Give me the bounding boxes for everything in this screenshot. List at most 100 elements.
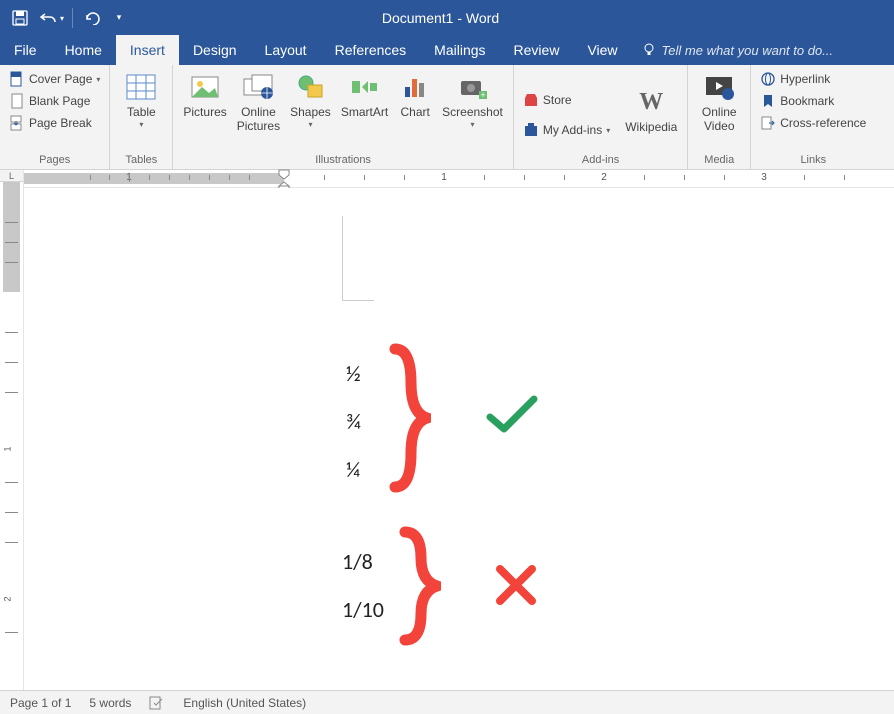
online-pictures-button[interactable]: Online Pictures: [233, 69, 284, 136]
status-bar: Page 1 of 1 5 words English (United Stat…: [0, 690, 894, 714]
store-icon: [523, 92, 539, 108]
title-bar: ▾ ▾ Document1 - Word: [0, 0, 894, 35]
online-video-icon: [703, 71, 735, 103]
table-icon: [125, 71, 157, 103]
vertical-ruler[interactable]: L 1 2: [0, 170, 24, 690]
bookmark-label: Bookmark: [780, 94, 834, 108]
page-break-button[interactable]: Page Break: [6, 113, 103, 133]
ribbon-tabs: File Home Insert Design Layout Reference…: [0, 35, 894, 65]
group-addins: Store My Add-ins ▾ W Wikipedia Add-ins: [514, 65, 688, 169]
my-addins-button[interactable]: My Add-ins ▾: [520, 120, 613, 140]
margin-indicator: [342, 216, 374, 301]
store-button[interactable]: Store: [520, 90, 613, 110]
tab-mailings[interactable]: Mailings: [420, 35, 499, 65]
online-video-label: Online Video: [702, 105, 737, 134]
workspace: L 1 2 1 1: [0, 170, 894, 690]
cross-reference-label: Cross-reference: [780, 116, 866, 130]
hruler-num: 3: [761, 172, 767, 183]
tab-view[interactable]: View: [573, 35, 631, 65]
quick-access-toolbar: ▾ ▾: [0, 4, 127, 32]
vruler-num-2: 2: [3, 596, 13, 601]
horizontal-ruler[interactable]: 1 1 2 3: [24, 170, 894, 188]
hruler-num: 1: [441, 172, 447, 183]
group-links: Hyperlink Bookmark Cross-reference Links: [751, 65, 875, 169]
tell-me-search[interactable]: Tell me what you want to do...: [632, 35, 834, 65]
bookmark-button[interactable]: Bookmark: [757, 91, 869, 111]
chart-icon: [399, 71, 431, 103]
save-button[interactable]: [6, 4, 34, 32]
online-pictures-icon: [242, 71, 274, 103]
table-button[interactable]: Table ▾: [116, 69, 166, 131]
shapes-icon: [294, 71, 326, 103]
blank-page-label: Blank Page: [29, 94, 90, 108]
save-icon: [12, 10, 28, 26]
fraction-quarter: ¼: [346, 456, 360, 483]
status-words[interactable]: 5 words: [89, 696, 131, 710]
cover-page-button[interactable]: Cover Page▾: [6, 69, 103, 89]
tab-home[interactable]: Home: [51, 35, 116, 65]
brace-icon: [389, 343, 431, 493]
fraction-eighth: 1/8: [342, 548, 373, 575]
hyperlink-icon: [760, 71, 776, 87]
group-addins-label: Add-ins: [520, 152, 681, 169]
brace-icon: [399, 526, 441, 646]
tab-file[interactable]: File: [0, 35, 51, 65]
cross-reference-button[interactable]: Cross-reference: [757, 113, 869, 133]
wikipedia-button[interactable]: W Wikipedia: [621, 84, 681, 136]
fraction-half: ½: [346, 360, 361, 387]
tab-layout[interactable]: Layout: [251, 35, 321, 65]
pictures-label: Pictures: [183, 105, 226, 119]
page-break-label: Page Break: [29, 116, 92, 130]
wikipedia-label: Wikipedia: [625, 120, 677, 134]
pictures-button[interactable]: Pictures: [179, 69, 230, 121]
qat-customize-button[interactable]: ▾: [111, 4, 127, 32]
window-title: Document1 - Word: [127, 10, 754, 26]
chart-button[interactable]: Chart: [394, 69, 436, 121]
cover-page-label: Cover Page: [29, 72, 92, 86]
tab-references[interactable]: References: [321, 35, 421, 65]
group-tables: Table ▾ Tables: [110, 65, 173, 169]
cover-page-icon: [9, 71, 25, 87]
hruler-num: 2: [601, 172, 607, 183]
group-illustrations: Pictures Online Pictures Shapes ▾ SmartA…: [173, 65, 513, 169]
tab-insert[interactable]: Insert: [116, 35, 179, 65]
online-pictures-label: Online Pictures: [237, 105, 280, 134]
status-proofing[interactable]: [149, 696, 165, 710]
indent-marker-icon[interactable]: [277, 168, 291, 190]
undo-button[interactable]: ▾: [38, 4, 66, 32]
svg-text:+: +: [480, 90, 485, 100]
group-media: Online Video Media: [688, 65, 751, 169]
pictures-icon: [189, 71, 221, 103]
screenshot-button[interactable]: + Screenshot ▾: [438, 69, 507, 131]
tell-me-placeholder: Tell me what you want to do...: [662, 43, 834, 58]
status-page[interactable]: Page 1 of 1: [10, 696, 71, 710]
shapes-button[interactable]: Shapes ▾: [286, 69, 335, 131]
redo-button[interactable]: [79, 4, 107, 32]
ruler-corner: L: [0, 170, 23, 182]
fraction-tenth: 1/10: [342, 596, 384, 623]
tab-review[interactable]: Review: [500, 35, 574, 65]
online-video-button[interactable]: Online Video: [694, 69, 744, 136]
table-label: Table: [127, 105, 156, 119]
proofing-icon: [149, 696, 165, 710]
check-icon: [484, 393, 540, 437]
cross-reference-icon: [760, 115, 776, 131]
document-area[interactable]: ½ ¾ ¼ 1/8 1/10: [24, 188, 894, 690]
tab-design[interactable]: Design: [179, 35, 251, 65]
fraction-three-quarters: ¾: [346, 408, 361, 435]
chart-label: Chart: [400, 105, 429, 119]
group-media-label: Media: [694, 152, 744, 169]
my-addins-icon: [523, 122, 539, 138]
status-language[interactable]: English (United States): [183, 696, 306, 710]
my-addins-label: My Add-ins: [543, 123, 602, 137]
smartart-button[interactable]: SmartArt: [337, 69, 392, 121]
smartart-icon: [348, 71, 380, 103]
vruler-num-1: 1: [3, 446, 13, 451]
blank-page-icon: [9, 93, 25, 109]
ribbon: Cover Page▾ Blank Page Page Break Pages …: [0, 65, 894, 170]
wikipedia-icon: W: [635, 86, 667, 118]
hyperlink-button[interactable]: Hyperlink: [757, 69, 869, 89]
group-links-label: Links: [757, 152, 869, 169]
blank-page-button[interactable]: Blank Page: [6, 91, 103, 111]
store-label: Store: [543, 93, 572, 107]
